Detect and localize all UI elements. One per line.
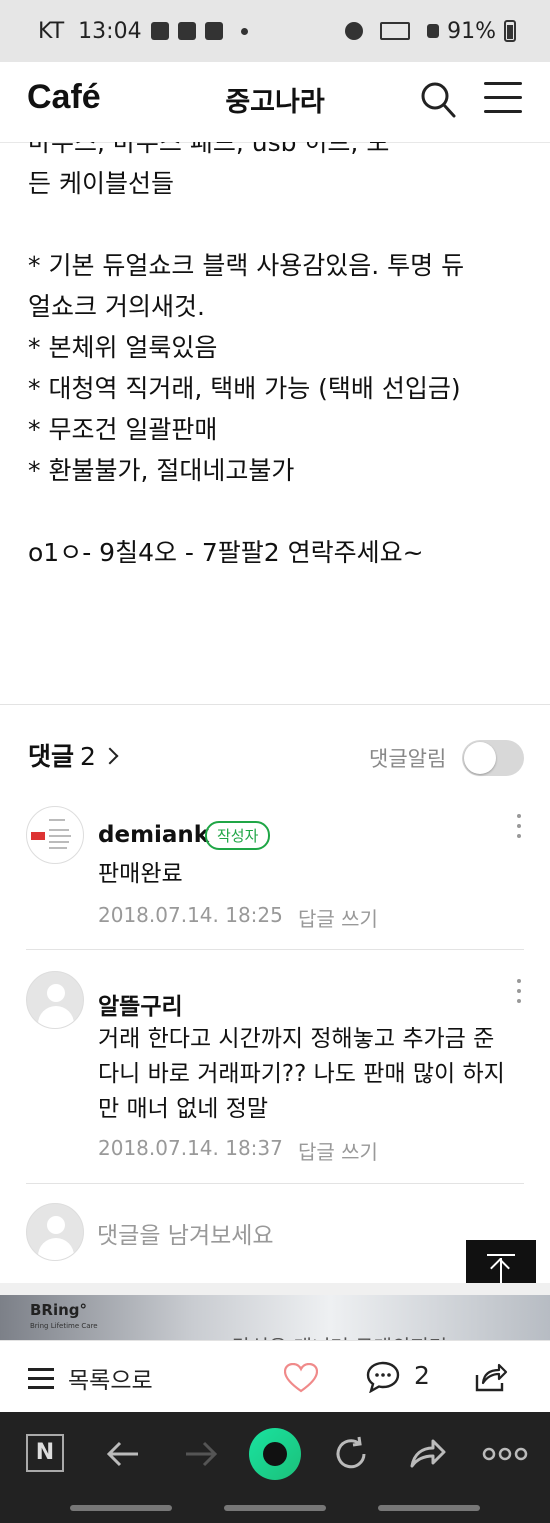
naver-home-button[interactable]: N [26, 1434, 64, 1472]
green-home-button[interactable] [249, 1428, 301, 1480]
refresh-icon [336, 1436, 366, 1469]
menu-button[interactable] [484, 82, 522, 116]
article-line: * 기본 듀얼쇼크 블랙 사용감있음. 투명 듀 [28, 251, 465, 280]
more-button[interactable] [482, 1434, 528, 1474]
my-avatar [26, 1203, 84, 1261]
avatar[interactable] [26, 806, 84, 864]
comment-input[interactable]: 댓글을 남겨보세요 [97, 1216, 274, 1250]
avatar[interactable] [26, 971, 84, 1029]
comment-icon [366, 1361, 400, 1394]
battery-percent: 91% [447, 18, 496, 44]
more-icon [482, 1447, 528, 1461]
comments-link[interactable]: 댓글 2 [28, 737, 119, 773]
gesture-bar [70, 1505, 172, 1511]
carrier-label: KT [38, 18, 65, 44]
comment-count: 2 [414, 1361, 430, 1390]
article-line: * 무조건 일괄판매 [28, 415, 218, 444]
chevron-right-icon [101, 747, 119, 765]
article-line: * 환불불가, 절대네고불가 [28, 456, 295, 485]
author-badge: 작성자 [205, 821, 271, 850]
article-line: * 대청역 직거래, 택배 가능 (택배 선입금) [28, 374, 461, 403]
battery-icon [504, 20, 516, 42]
article-line: o1ㅇ- 9칠4오 - 7팔팔2 연락주세요~ [28, 538, 424, 567]
list-icon [28, 1367, 54, 1389]
menu-icon [484, 82, 522, 113]
refresh-button[interactable] [331, 1434, 371, 1474]
app-header: Café 중고나라 [0, 62, 550, 143]
article-line: 얼쇼크 거의새것. [28, 292, 205, 321]
comment-notify-toggle[interactable] [462, 740, 524, 776]
comment-divider [26, 1183, 524, 1184]
forward-button[interactable] [180, 1434, 220, 1474]
back-to-list-label: 목록으로 [68, 1368, 153, 1394]
gesture-bar [224, 1505, 326, 1511]
ad-banner[interactable]: BRing° Bring Lifetime Care 당신은 매너며 구매의지민 [0, 1295, 550, 1340]
share-arrow-icon [410, 1439, 446, 1468]
article-body: 마우스, 마우스 패드, usb 허브, 모 든 케이블선들 * 기본 듀얼쇼크… [28, 142, 523, 702]
comment-button[interactable] [366, 1361, 400, 1394]
ad-text: 당신은 매너며 구매의지민 [232, 1331, 447, 1340]
section-gap [0, 1283, 550, 1295]
comment-date: 2018.07.14. 18:25 [98, 903, 283, 927]
comment-author[interactable]: demiank [98, 822, 209, 848]
more-options-icon[interactable] [517, 814, 523, 844]
reply-button[interactable]: 답글 쓰기 [298, 1136, 378, 1165]
status-bar: KT 13:04 91% [0, 0, 550, 62]
comments-label: 댓글 [28, 742, 75, 771]
search-button[interactable] [418, 78, 458, 122]
article-blank-line [28, 491, 523, 532]
article-action-bar: 목록으로 2 [0, 1340, 550, 1413]
forward-icon [186, 1441, 218, 1467]
comment-date: 2018.07.14. 18:37 [98, 1136, 283, 1160]
comment-author[interactable]: 알뜰구리 [98, 987, 183, 1021]
page-title[interactable]: 중고나라 [0, 80, 550, 119]
comment-text: 판매완료 [98, 861, 183, 887]
reply-button[interactable]: 답글 쓰기 [298, 903, 378, 932]
back-icon [106, 1441, 138, 1467]
back-button[interactable] [104, 1434, 144, 1474]
alarm-icon [345, 22, 364, 40]
article-line-cut: 마우스, 마우스 패드, usb 허브, 모 [28, 142, 390, 157]
ad-brand: BRing° [30, 1301, 88, 1319]
comments-count: 2 [80, 742, 96, 771]
toggle-knob [464, 742, 496, 774]
section-divider [0, 704, 550, 705]
article-line: * 본체위 얼룩있음 [28, 333, 218, 362]
more-notifications-icon [240, 27, 248, 35]
comment-text: 거래 한다고 시간까지 정해놓고 추가금 준다니 바로 거래파기?? 나도 판매… [98, 1026, 505, 1122]
gallery-icon [204, 22, 223, 40]
comment-notify-label: 댓글알림 [369, 747, 447, 771]
more-options-icon[interactable] [517, 979, 523, 1009]
clock: 13:04 [78, 18, 142, 44]
notification-icon [150, 22, 169, 40]
heart-icon [283, 1362, 319, 1393]
ad-tagline: Bring Lifetime Care [30, 1322, 98, 1330]
search-icon [421, 82, 456, 118]
article-line: 든 케이블선들 [28, 169, 174, 198]
gesture-bar [378, 1505, 480, 1511]
share-page-button[interactable] [408, 1434, 448, 1474]
share-icon [475, 1363, 508, 1392]
mail-icon [177, 22, 196, 40]
wifi-hd-icon [380, 22, 411, 40]
signal-icon [427, 24, 440, 38]
comment-divider [26, 949, 524, 950]
share-button[interactable] [474, 1361, 508, 1393]
article-blank-line [28, 204, 523, 245]
like-button[interactable] [283, 1362, 319, 1393]
back-to-list-button[interactable]: 목록으로 [28, 1363, 153, 1394]
